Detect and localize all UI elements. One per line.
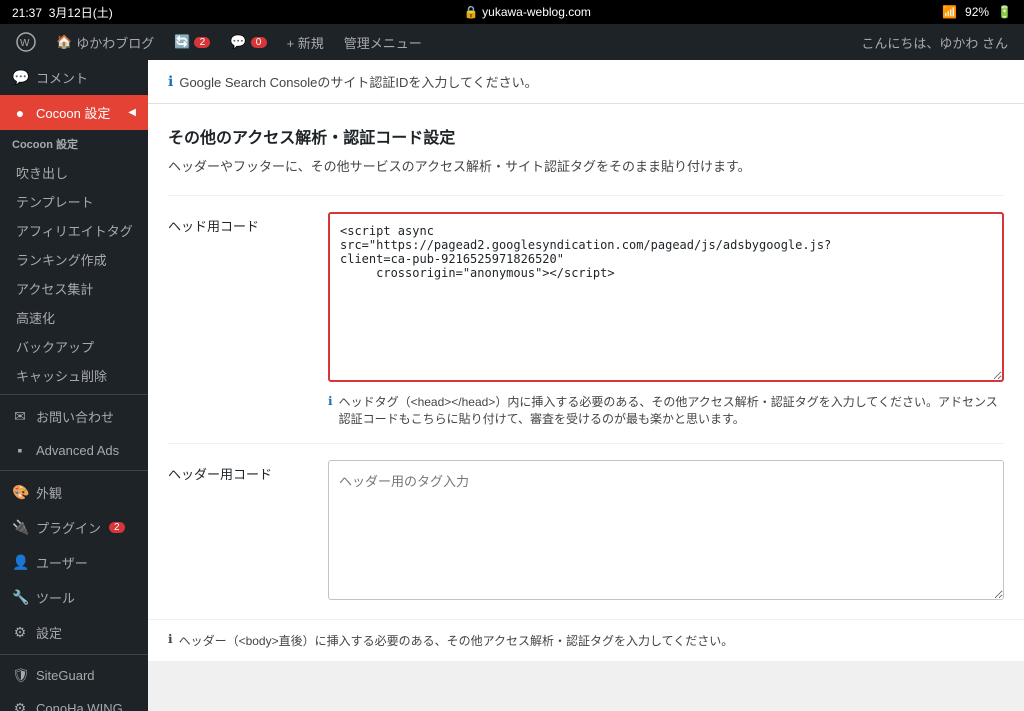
cocoon-section-header: Cocoon 設定 <box>0 130 148 158</box>
sidebar-item-users[interactable]: 👤 ユーザー <box>0 545 148 580</box>
admin-bar: W 🏠 ゆかわブログ 🔄 2 💬 0 + 新規 管理メニュー こんにちは、ゆかわ… <box>0 24 1024 60</box>
plugins-icon: 🔌 <box>12 519 28 536</box>
sidebar-item-advanced-ads[interactable]: ▪ Advanced Ads <box>0 434 148 466</box>
greeting: こんにちは、ゆかわ さん <box>861 33 1016 52</box>
sidebar-sub-affiliate[interactable]: アフィリエイトタグ <box>0 216 148 245</box>
section-desc: ヘッダーやフッターに、その他サービスのアクセス解析・サイト認証タグをそのまま貼り… <box>168 156 1004 175</box>
site-url: 🔒 yukawa-weblog.com <box>464 5 591 19</box>
sidebar-item-plugins[interactable]: 🔌 プラグイン 2 <box>0 510 148 545</box>
sidebar-item-siteguard[interactable]: 🛡 SiteGuard <box>0 659 148 692</box>
conoha-icon: ⚙ <box>12 700 28 711</box>
notice-info-icon: ℹ <box>168 73 173 90</box>
status-bar: 21:37 3月12日(土) 🔒 yukawa-weblog.com 📶 92%… <box>0 0 1024 24</box>
sidebar-sub-cache[interactable]: キャッシュ削除 <box>0 361 148 390</box>
header-code-row: ヘッダー用コード <box>168 443 1004 619</box>
battery-icon: 🔋 <box>997 5 1012 19</box>
wifi-icon: 📶 <box>942 5 957 19</box>
notice-text: Google Search Consoleのサイト認証IDを入力してください。 <box>179 72 537 91</box>
section-title: その他のアクセス解析・認証コード設定 <box>168 124 1004 148</box>
sidebar-item-cocoon[interactable]: ● Cocoon 設定 <box>0 95 148 130</box>
main-content: ℹ Google Search Consoleのサイト認証IDを入力してください… <box>148 60 1024 711</box>
sidebar-sub-backup[interactable]: バックアップ <box>0 332 148 361</box>
sidebar-sub-speed[interactable]: 高速化 <box>0 303 148 332</box>
head-code-control: <script async src="https://pagead2.googl… <box>328 212 1004 427</box>
cocoon-icon: ● <box>12 105 28 121</box>
header-code-label: ヘッダー用コード <box>168 460 328 483</box>
sidebar-item-appearance[interactable]: 🎨 外観 <box>0 475 148 510</box>
time-date: 21:37 3月12日(土) <box>12 4 113 21</box>
tools-icon: 🔧 <box>12 589 28 606</box>
head-code-row: ヘッド用コード <script async src="https://pagea… <box>168 195 1004 443</box>
bottom-notice-text: ヘッダー（<body>直後）に挿入する必要のある、その他アクセス解析・認証タグを… <box>179 632 734 649</box>
sidebar-item-settings[interactable]: ⚙ 設定 <box>0 615 148 650</box>
comments-item[interactable]: 💬 0 <box>222 24 274 60</box>
contact-icon: ✉ <box>12 408 28 425</box>
svg-text:W: W <box>20 38 30 49</box>
ads-icon: ▪ <box>12 442 28 458</box>
header-code-control <box>328 460 1004 603</box>
comment-icon: 💬 <box>12 69 28 86</box>
updates-item[interactable]: 🔄 2 <box>166 24 218 60</box>
status-icons: 📶 92% 🔋 <box>942 5 1012 19</box>
new-item[interactable]: + 新規 <box>279 24 332 60</box>
battery: 92% <box>965 5 989 19</box>
appearance-icon: 🎨 <box>12 484 28 501</box>
manage-menu-item[interactable]: 管理メニュー <box>336 24 430 60</box>
head-help-icon: ℹ <box>328 394 333 408</box>
head-code-textarea[interactable]: <script async src="https://pagead2.googl… <box>328 212 1004 382</box>
settings-icon: ⚙ <box>12 624 28 641</box>
sidebar-divider-1 <box>0 394 148 395</box>
sidebar: 💬 コメント ● Cocoon 設定 Cocoon 設定 吹き出し テンプレート… <box>0 60 148 711</box>
sidebar-sub-ranking[interactable]: ランキング作成 <box>0 245 148 274</box>
bottom-notice: ℹ ヘッダー（<body>直後）に挿入する必要のある、その他アクセス解析・認証タ… <box>148 619 1024 661</box>
top-notice-bar: ℹ Google Search Consoleのサイト認証IDを入力してください… <box>148 60 1024 104</box>
sidebar-item-comment[interactable]: 💬 コメント <box>0 60 148 95</box>
site-name-item[interactable]: 🏠 ゆかわブログ <box>48 24 162 60</box>
sidebar-item-contact[interactable]: ✉ お問い合わせ <box>0 399 148 434</box>
siteguard-icon: 🛡 <box>12 667 28 684</box>
head-code-help: ℹ ヘッドタグ（<head></head>）内に挿入する必要のある、その他アクセ… <box>328 393 1004 427</box>
sidebar-divider-3 <box>0 654 148 655</box>
sidebar-item-conoha[interactable]: ⚙ ConoHa WING <box>0 692 148 711</box>
users-icon: 👤 <box>12 554 28 571</box>
header-code-textarea[interactable] <box>328 460 1004 600</box>
sidebar-item-tools[interactable]: 🔧 ツール <box>0 580 148 615</box>
sidebar-sub-access[interactable]: アクセス集計 <box>0 274 148 303</box>
sidebar-sub-template[interactable]: テンプレート <box>0 187 148 216</box>
wp-logo-item[interactable]: W <box>8 24 44 60</box>
head-code-label: ヘッド用コード <box>168 212 328 235</box>
sidebar-divider-2 <box>0 470 148 471</box>
sidebar-sub-blurb[interactable]: 吹き出し <box>0 158 148 187</box>
settings-section: その他のアクセス解析・認証コード設定 ヘッダーやフッターに、その他サービスのアク… <box>148 104 1024 619</box>
bottom-notice-icon: ℹ <box>168 632 173 646</box>
